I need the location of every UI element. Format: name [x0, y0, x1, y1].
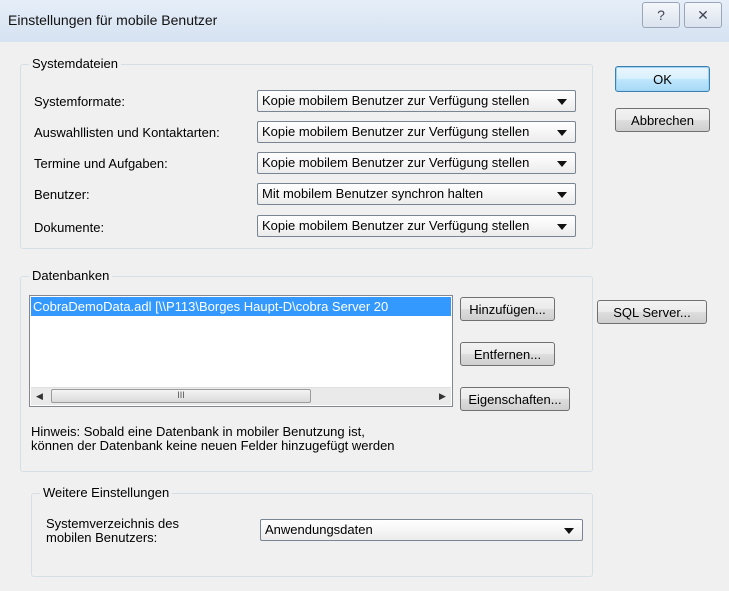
close-icon: ✕ [697, 6, 709, 23]
cancel-button[interactable]: Abbrechen [615, 108, 710, 132]
termine-value: Kopie mobilem Benutzer zur Verfügung ste… [262, 155, 530, 170]
dokumente-value: Kopie mobilem Benutzer zur Verfügung ste… [262, 218, 530, 233]
benutzer-label: Benutzer: [34, 187, 90, 202]
weitere-einstellungen-group: Weitere Einstellungen Systemverzeichnis … [31, 485, 593, 577]
help-icon: ? [657, 7, 665, 23]
auswahllisten-value: Kopie mobilem Benutzer zur Verfügung ste… [262, 124, 530, 139]
remove-database-button[interactable]: Entfernen... [460, 342, 555, 366]
dialog-window: Einstellungen für mobile Benutzer ? ✕ Sy… [0, 0, 729, 591]
database-listbox[interactable]: CobraDemoData.adl [\\P113\Borges Haupt-D… [29, 295, 453, 407]
systemverzeichnis-label: Systemverzeichnis des mobilen Benutzers: [46, 516, 179, 545]
scrollbar-thumb[interactable]: III [51, 389, 311, 403]
chevron-down-icon [557, 130, 567, 136]
auswahllisten-select[interactable]: Kopie mobilem Benutzer zur Verfügung ste… [257, 121, 576, 143]
close-button[interactable]: ✕ [684, 2, 722, 28]
systemdateien-group: Systemdateien Systemformate: Kopie mobil… [20, 56, 593, 249]
database-list-item[interactable]: CobraDemoData.adl [\\P113\Borges Haupt-D… [31, 297, 451, 316]
database-properties-button[interactable]: Eigenschaften... [460, 387, 570, 411]
add-database-button[interactable]: Hinzufügen... [460, 297, 555, 321]
title-bar: Einstellungen für mobile Benutzer ? ✕ [0, 0, 729, 42]
systemdateien-group-label: Systemdateien [29, 56, 121, 71]
dialog-client-area: Systemdateien Systemformate: Kopie mobil… [8, 42, 729, 591]
systemformate-select[interactable]: Kopie mobilem Benutzer zur Verfügung ste… [257, 90, 576, 112]
scroll-left-icon[interactable]: ◀ [31, 388, 48, 405]
termine-select[interactable]: Kopie mobilem Benutzer zur Verfügung ste… [257, 152, 576, 174]
systemformate-value: Kopie mobilem Benutzer zur Verfügung ste… [262, 93, 530, 108]
sql-server-button[interactable]: SQL Server... [597, 300, 707, 324]
systemformate-label: Systemformate: [34, 94, 126, 109]
systemverzeichnis-value: Anwendungsdaten [265, 522, 373, 537]
dokumente-select[interactable]: Kopie mobilem Benutzer zur Verfügung ste… [257, 215, 576, 237]
datenbanken-group: Datenbanken CobraDemoData.adl [\\P113\Bo… [20, 268, 593, 472]
chevron-down-icon [557, 224, 567, 230]
horizontal-scrollbar[interactable]: ◀ III ▶ [31, 387, 451, 405]
chevron-down-icon [557, 99, 567, 105]
benutzer-select[interactable]: Mit mobilem Benutzer synchron halten [257, 183, 576, 205]
database-hint-text: Hinweis: Sobald eine Datenbank in mobile… [31, 424, 395, 453]
chevron-down-icon [557, 192, 567, 198]
dokumente-label: Dokumente: [34, 220, 105, 235]
chevron-down-icon [557, 161, 567, 167]
help-button[interactable]: ? [642, 2, 680, 28]
ok-button[interactable]: OK [615, 66, 710, 92]
weitere-einstellungen-group-label: Weitere Einstellungen [40, 485, 173, 500]
termine-label: Termine und Aufgaben: [34, 156, 168, 171]
benutzer-value: Mit mobilem Benutzer synchron halten [262, 186, 484, 201]
systemverzeichnis-select[interactable]: Anwendungsdaten [260, 519, 583, 541]
chevron-down-icon [564, 528, 574, 534]
auswahllisten-label: Auswahllisten und Kontaktarten: [34, 125, 220, 140]
scroll-right-icon[interactable]: ▶ [434, 388, 451, 405]
window-title: Einstellungen für mobile Benutzer [8, 12, 218, 28]
datenbanken-group-label: Datenbanken [29, 268, 113, 283]
